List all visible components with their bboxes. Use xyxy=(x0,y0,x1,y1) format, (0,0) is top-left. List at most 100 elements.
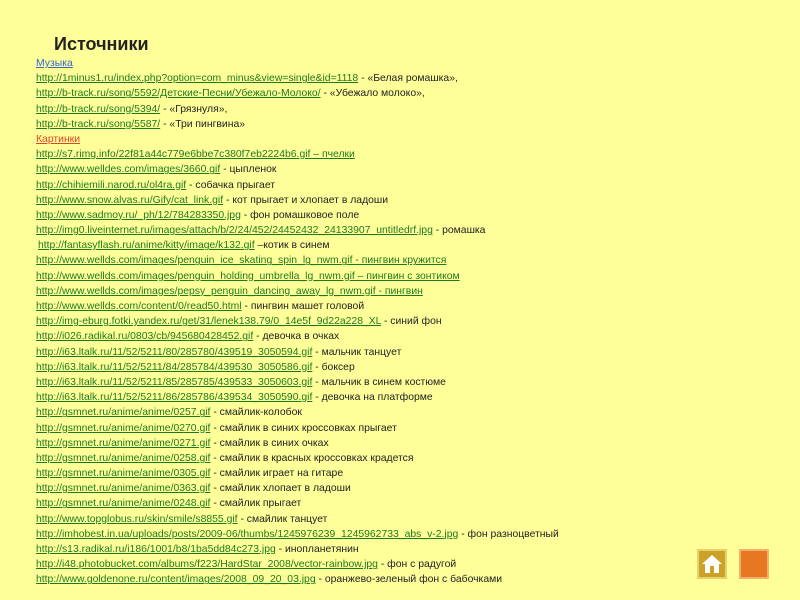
source-line: http://chihiemili.narod.ru/ol4ra.gif - с… xyxy=(36,178,776,193)
source-link[interactable]: http://imhobest.in.ua/uploads/posts/2009… xyxy=(36,529,458,540)
source-line: http://i48.photobucket.com/albums/f223/H… xyxy=(36,557,776,572)
source-link[interactable]: http://gsmnet.ru/anime/anime/0305.gif xyxy=(36,468,210,479)
source-link[interactable]: http://gsmnet.ru/anime/anime/0258.gif xyxy=(36,453,210,464)
source-link[interactable]: http://i63.ltalk.ru/11/52/5211/84/285784… xyxy=(36,362,312,373)
source-description: - смайлик в синих кроссовках прыгает xyxy=(210,422,397,434)
source-description: - смайлик играет на гитаре xyxy=(210,468,344,480)
source-description: - смайлик прыгает xyxy=(210,498,302,510)
source-line: http://gsmnet.ru/anime/anime/0270.gif - … xyxy=(36,421,776,436)
source-link[interactable]: http://s13.radikal.ru/i186/1001/b8/1ba5d… xyxy=(36,544,276,555)
source-link[interactable]: http://www.wellds.com/content/0/read50.h… xyxy=(36,301,242,312)
source-line: http://www.goldenone.ru/content/images/2… xyxy=(36,572,776,587)
source-line: http://gsmnet.ru/anime/anime/0258.gif - … xyxy=(36,451,776,466)
home-icon xyxy=(702,555,722,573)
source-description: - девочка в очках xyxy=(253,331,340,343)
source-line: http://www.wellds.com/content/0/read50.h… xyxy=(36,299,776,314)
source-line: http://gsmnet.ru/anime/anime/0248.gif - … xyxy=(36,496,776,511)
source-link[interactable]: http://i63.ltalk.ru/11/52/5211/86/285786… xyxy=(36,392,312,403)
source-description: - смайлик хлопает в ладоши xyxy=(210,483,351,495)
source-line: http://imhobest.in.ua/uploads/posts/2009… xyxy=(36,527,776,542)
source-description: - ромашка xyxy=(432,225,486,237)
source-line: http://www.wellds.com/images/pepsy_pengu… xyxy=(36,284,776,299)
source-link[interactable]: http://gsmnet.ru/anime/anime/0257.gif xyxy=(36,407,210,418)
source-line: http://www.topglobus.ru/skin/smile/s8855… xyxy=(36,512,776,527)
source-description: - «Убежало молоко», xyxy=(320,88,425,100)
next-slide-button[interactable] xyxy=(739,549,769,579)
source-line: http://i63.ltalk.ru/11/52/5211/85/285785… xyxy=(36,375,776,390)
source-line: http://s7.rimg.info/22f81a44c779e6bbe7c3… xyxy=(36,147,776,162)
source-line: http://b-track.ru/song/5587/ - «Три пинг… xyxy=(36,117,776,132)
source-link[interactable]: http://fantasyflash.ru/anime/kitty/image… xyxy=(38,240,255,251)
sources-list: Музыка http://1minus1.ru/index.php?optio… xyxy=(36,56,776,588)
source-link[interactable]: http://gsmnet.ru/anime/anime/0271.gif xyxy=(36,438,210,449)
section-heading-pictures: Картинки xyxy=(36,133,81,145)
source-description: - девочка на платформе xyxy=(312,392,433,404)
source-line: http://gsmnet.ru/anime/anime/0363.gif - … xyxy=(36,481,776,496)
source-line: http://img0.liveinternet.ru/images/attac… xyxy=(36,223,776,238)
source-line: http://www.snow.alvas.ru/Gify/cat_link.g… xyxy=(36,193,776,208)
source-description: –котик в синем xyxy=(254,240,330,252)
source-link[interactable]: http://gsmnet.ru/anime/anime/0248.gif xyxy=(36,498,210,509)
source-line: http://i63.ltalk.ru/11/52/5211/80/285780… xyxy=(36,345,776,360)
source-line: http://gsmnet.ru/anime/anime/0271.gif - … xyxy=(36,436,776,451)
source-link[interactable]: http://chihiemili.narod.ru/ol4ra.gif xyxy=(36,180,186,191)
source-link[interactable]: http://b-track.ru/song/5587/ xyxy=(36,119,160,130)
source-line: http://img-eburg.fotki.yandex.ru/get/31/… xyxy=(36,314,776,329)
source-link[interactable]: http://www.wellds.com/images/penguin_ice… xyxy=(36,255,446,266)
source-line: http://b-track.ru/song/5394/ - «Грязнуля… xyxy=(36,102,776,117)
home-button[interactable] xyxy=(697,549,727,579)
source-link[interactable]: http://gsmnet.ru/anime/anime/0363.gif xyxy=(36,483,210,494)
source-line: http://www.wellds.com/images/penguin_ice… xyxy=(36,253,776,268)
source-link[interactable]: http://www.sadmoy.ru/_ph/12/784283350.jp… xyxy=(36,210,241,221)
source-line: http://i026.radikal.ru/0803/cb/945680428… xyxy=(36,329,776,344)
source-line: http://i63.ltalk.ru/11/52/5211/84/285784… xyxy=(36,360,776,375)
source-description: - смайлик-колобок xyxy=(210,407,302,419)
source-description: - боксер xyxy=(312,361,355,373)
source-description: - «Грязнуля», xyxy=(160,103,228,115)
source-line: http://www.sadmoy.ru/_ph/12/784283350.jp… xyxy=(36,208,776,223)
source-description: - цыпленок xyxy=(220,164,277,176)
section-heading-music: Музыка xyxy=(36,58,73,69)
source-link[interactable]: http://gsmnet.ru/anime/anime/0270.gif xyxy=(36,423,210,434)
source-link[interactable]: http://i48.photobucket.com/albums/f223/H… xyxy=(36,559,378,570)
source-line: http://gsmnet.ru/anime/anime/0305.gif - … xyxy=(36,466,776,481)
music-sources: http://1minus1.ru/index.php?option=com_m… xyxy=(36,71,776,132)
source-description: - смайлик танцует xyxy=(237,513,328,525)
source-link[interactable]: http://www.welldes.com/images/3660.gif xyxy=(36,164,220,175)
source-description: - фон разноцветный xyxy=(458,528,559,540)
source-description: - инопланетянин xyxy=(275,544,359,555)
source-link[interactable]: http://www.snow.alvas.ru/Gify/cat_link.g… xyxy=(36,195,223,206)
source-link[interactable]: http://b-track.ru/song/5394/ xyxy=(36,104,160,115)
source-description: - синий фон xyxy=(381,316,442,328)
source-line: http://fantasyflash.ru/anime/kitty/image… xyxy=(36,238,776,253)
source-link[interactable]: http://s7.rimg.info/22f81a44c779e6bbe7c3… xyxy=(36,149,355,160)
source-description: - пингвин машет головой xyxy=(241,301,365,312)
source-link[interactable]: http://i63.ltalk.ru/11/52/5211/80/285780… xyxy=(36,347,312,358)
source-line: http://i63.ltalk.ru/11/52/5211/86/285786… xyxy=(36,390,776,405)
source-link[interactable]: http://b-track.ru/song/5592/Детские-Песн… xyxy=(36,88,321,99)
source-link[interactable]: http://1minus1.ru/index.php?option=com_m… xyxy=(36,73,358,84)
source-description: - фон ромашковое поле xyxy=(240,209,360,221)
source-description: - мальчик танцует xyxy=(312,346,402,358)
page-title: Источники xyxy=(54,34,149,54)
source-link[interactable]: http://i026.radikal.ru/0803/cb/945680428… xyxy=(36,331,253,342)
source-link[interactable]: http://i63.ltalk.ru/11/52/5211/85/285785… xyxy=(36,377,312,388)
source-link[interactable]: http://www.goldenone.ru/content/images/2… xyxy=(36,574,316,585)
source-line: http://gsmnet.ru/anime/anime/0257.gif - … xyxy=(36,405,776,420)
source-description: - смайлик в синих очках xyxy=(210,437,329,449)
source-link[interactable]: http://www.topglobus.ru/skin/smile/s8855… xyxy=(36,514,238,525)
source-description: - собачка прыгает xyxy=(186,179,276,191)
source-link[interactable]: http://www.wellds.com/images/pepsy_pengu… xyxy=(36,286,423,297)
source-description: - мальчик в синем костюме xyxy=(312,376,446,388)
source-description: - «Белая ромашка», xyxy=(358,73,458,85)
source-description: - фон с радугой xyxy=(377,559,457,571)
source-link[interactable]: http://img-eburg.fotki.yandex.ru/get/31/… xyxy=(36,316,381,327)
source-description: - кот прыгает и хлопает в ладоши xyxy=(223,194,389,206)
source-description: - смайлик в красных кроссовках крадется xyxy=(210,452,414,464)
source-description: - «Три пингвина» xyxy=(160,118,246,130)
source-line: http://www.welldes.com/images/3660.gif -… xyxy=(36,162,776,177)
source-line: http://1minus1.ru/index.php?option=com_m… xyxy=(36,71,776,86)
source-line: http://s13.radikal.ru/i186/1001/b8/1ba5d… xyxy=(36,542,776,557)
source-link[interactable]: http://www.wellds.com/images/penguin_hol… xyxy=(36,271,460,282)
source-link[interactable]: http://img0.liveinternet.ru/images/attac… xyxy=(36,225,433,236)
